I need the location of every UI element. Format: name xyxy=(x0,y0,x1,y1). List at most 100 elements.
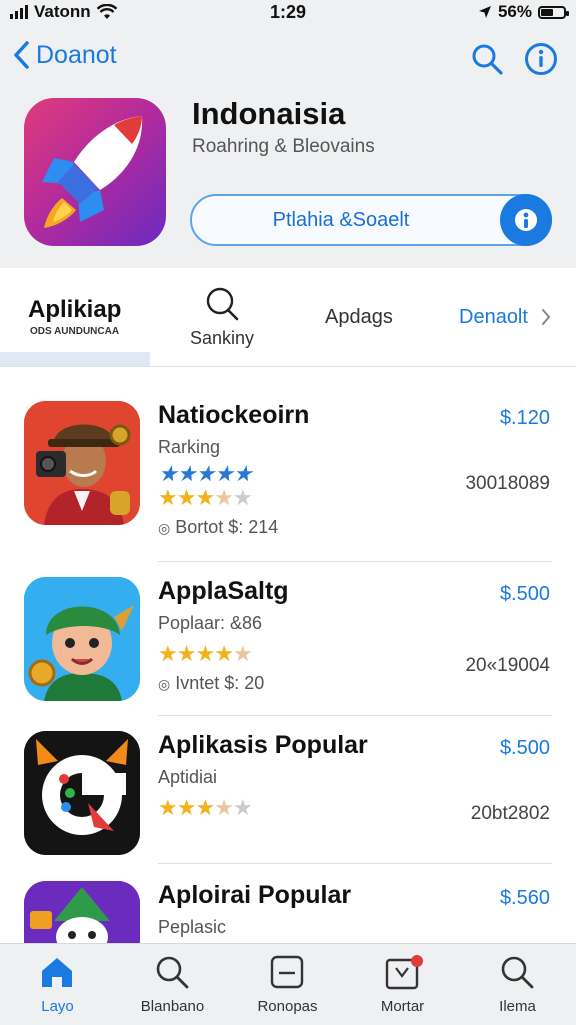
rating-stars: ★★★★★ xyxy=(158,485,253,511)
app-meta: ◎ Bortot $: 214 xyxy=(158,517,278,538)
info-icon xyxy=(515,209,537,231)
app-name: Aploirai Popular xyxy=(158,881,352,909)
app-subtitle: Roahring & Bleovains xyxy=(192,136,375,157)
tabbar-item-mortar[interactable]: Mortar xyxy=(345,944,460,1025)
back-label: Doanot xyxy=(36,40,117,69)
tabbar-label: Layo xyxy=(41,998,74,1015)
tabbar-label: Mortar xyxy=(380,998,425,1015)
star-icon: ★ xyxy=(214,795,234,820)
list-item[interactable]: Aploirai Popular Peplasic $.560 xyxy=(0,847,576,943)
notification-icon xyxy=(385,955,423,990)
tab-default-label: Denaolt xyxy=(459,306,528,328)
rating-stars: ★★★★★ xyxy=(158,795,253,821)
app-thumbnail xyxy=(24,401,140,525)
star-icon: ★ xyxy=(232,485,253,510)
get-button-label: Ptlahia &Soaelt xyxy=(272,209,410,231)
chevron-left-icon xyxy=(14,41,29,69)
app-meta-text: Ivntet $: 20 xyxy=(175,673,265,693)
chat-face-icon xyxy=(24,731,140,855)
list-item[interactable]: Aplikasis Popular Aptidiai ★★★★★ $.500 2… xyxy=(0,697,576,855)
battery-fill xyxy=(541,8,553,16)
star-icon: ★ xyxy=(176,795,197,820)
back-button[interactable]: Doanot xyxy=(12,40,117,70)
star-icon: ★ xyxy=(195,485,215,510)
star-icon: ★ xyxy=(158,641,178,666)
photographer-icon xyxy=(24,401,140,525)
clock-icon: ◎ xyxy=(158,520,171,536)
rating-stars-blue: ★★★★★ xyxy=(158,461,253,486)
character-icon xyxy=(24,577,140,701)
info-icon[interactable] xyxy=(524,42,558,76)
app-category: Rarking xyxy=(158,437,221,457)
chevron-right-icon xyxy=(542,309,551,325)
app-title: Indonaisia xyxy=(192,96,346,131)
get-button[interactable]: Ptlahia &Soaelt xyxy=(190,194,552,246)
home-icon xyxy=(42,958,72,987)
search-icon xyxy=(156,956,189,989)
info-button[interactable] xyxy=(500,194,552,246)
star-icon: ★ xyxy=(158,795,178,820)
app-name: Aplikasis Popular xyxy=(158,731,368,759)
segment-tabs: Aplikiap ODS AUNDUNCAA Sankiny Apdags De… xyxy=(0,268,576,367)
tab-active-indicator xyxy=(0,352,150,366)
download-count: 20«19004 xyxy=(465,655,550,676)
tab-updates-label: Apdags xyxy=(325,306,393,328)
app-price[interactable]: $.120 xyxy=(500,407,550,430)
app-name: ApplaSaltg xyxy=(158,577,289,605)
tab-ranking[interactable]: Sankiny xyxy=(170,268,280,366)
tabbar-item-ilema[interactable]: Ilema xyxy=(460,944,575,1025)
app-icon[interactable] xyxy=(24,98,166,246)
search-icon xyxy=(501,956,534,989)
bottom-tab-bar: Layo Blanbano Ronopas Mortar Ilema xyxy=(0,943,576,1025)
app-thumbnail xyxy=(24,731,140,855)
search-icon[interactable] xyxy=(470,42,504,76)
location-arrow-icon xyxy=(478,6,491,18)
app-name: Natiockeoirn xyxy=(158,401,310,429)
star-icon: ★ xyxy=(158,485,178,510)
list-item[interactable]: Natiockeoirn Rarking ★★★★★ ★★★★★ ◎ Borto… xyxy=(0,367,576,537)
tabbar-item-ronopas[interactable]: Ronopas xyxy=(230,944,345,1025)
battery-icon xyxy=(538,5,569,19)
tab-updates[interactable]: Apdags xyxy=(310,268,420,366)
list-item[interactable]: ApplaSaltg Poplaar: &86 ★★★★★ ◎ Ivntet $… xyxy=(0,543,576,701)
status-right: 56% xyxy=(478,2,569,22)
battery-percent: 56% xyxy=(497,2,532,21)
search-icon xyxy=(206,287,239,321)
status-bar: Vatonn 1:29 56% xyxy=(0,0,576,30)
rating-stars: ★★★★★ xyxy=(158,641,253,667)
navigation-bar: Doanot xyxy=(0,30,576,90)
tab-default[interactable]: Denaolt xyxy=(445,268,565,366)
app-meta-text: Bortot $: 214 xyxy=(175,517,279,537)
app-header: Indonaisia Roahring & Bleovains Ptlahia … xyxy=(0,90,576,268)
tabbar-label: Ronopas xyxy=(257,998,318,1015)
app-price[interactable]: $.500 xyxy=(500,583,550,606)
star-icon: ★ xyxy=(176,641,197,666)
app-category: Poplaar: &86 xyxy=(158,613,263,633)
tabbar-item-blanbano[interactable]: Blanbano xyxy=(115,944,230,1025)
star-icon: ★ xyxy=(195,641,215,666)
star-icon: ★ xyxy=(195,795,215,820)
download-count: 20bt2802 xyxy=(470,803,550,824)
app-list: Natiockeoirn Rarking ★★★★★ ★★★★★ ◎ Borto… xyxy=(0,367,576,943)
app-price[interactable]: $.500 xyxy=(500,737,550,760)
tabbar-item-layo[interactable]: Layo xyxy=(0,944,115,1025)
tabbar-label: Blanbano xyxy=(140,998,205,1015)
app-thumbnail xyxy=(24,881,140,943)
clock-icon: ◎ xyxy=(158,676,171,692)
rocket-icon xyxy=(42,116,143,228)
tab-ranking-label: Sankiny xyxy=(190,328,255,348)
app-category: Aptidiai xyxy=(158,767,218,787)
star-icon: ★ xyxy=(232,641,253,666)
tab-apps-label: Aplikiap xyxy=(28,296,122,323)
star-icon: ★ xyxy=(176,485,197,510)
tabbar-label: Ilema xyxy=(499,998,536,1015)
star-icon: ★ xyxy=(214,485,234,510)
download-count: 30018089 xyxy=(465,473,550,494)
updates-icon xyxy=(270,955,304,989)
mascot-icon xyxy=(24,881,140,943)
app-category: Peplasic xyxy=(158,917,227,937)
star-icon: ★ xyxy=(232,795,253,820)
app-price[interactable]: $.560 xyxy=(500,887,550,910)
tab-apps-sublabel: ODS AUNDUNCAA xyxy=(30,326,120,337)
star-icon: ★ xyxy=(214,641,234,666)
